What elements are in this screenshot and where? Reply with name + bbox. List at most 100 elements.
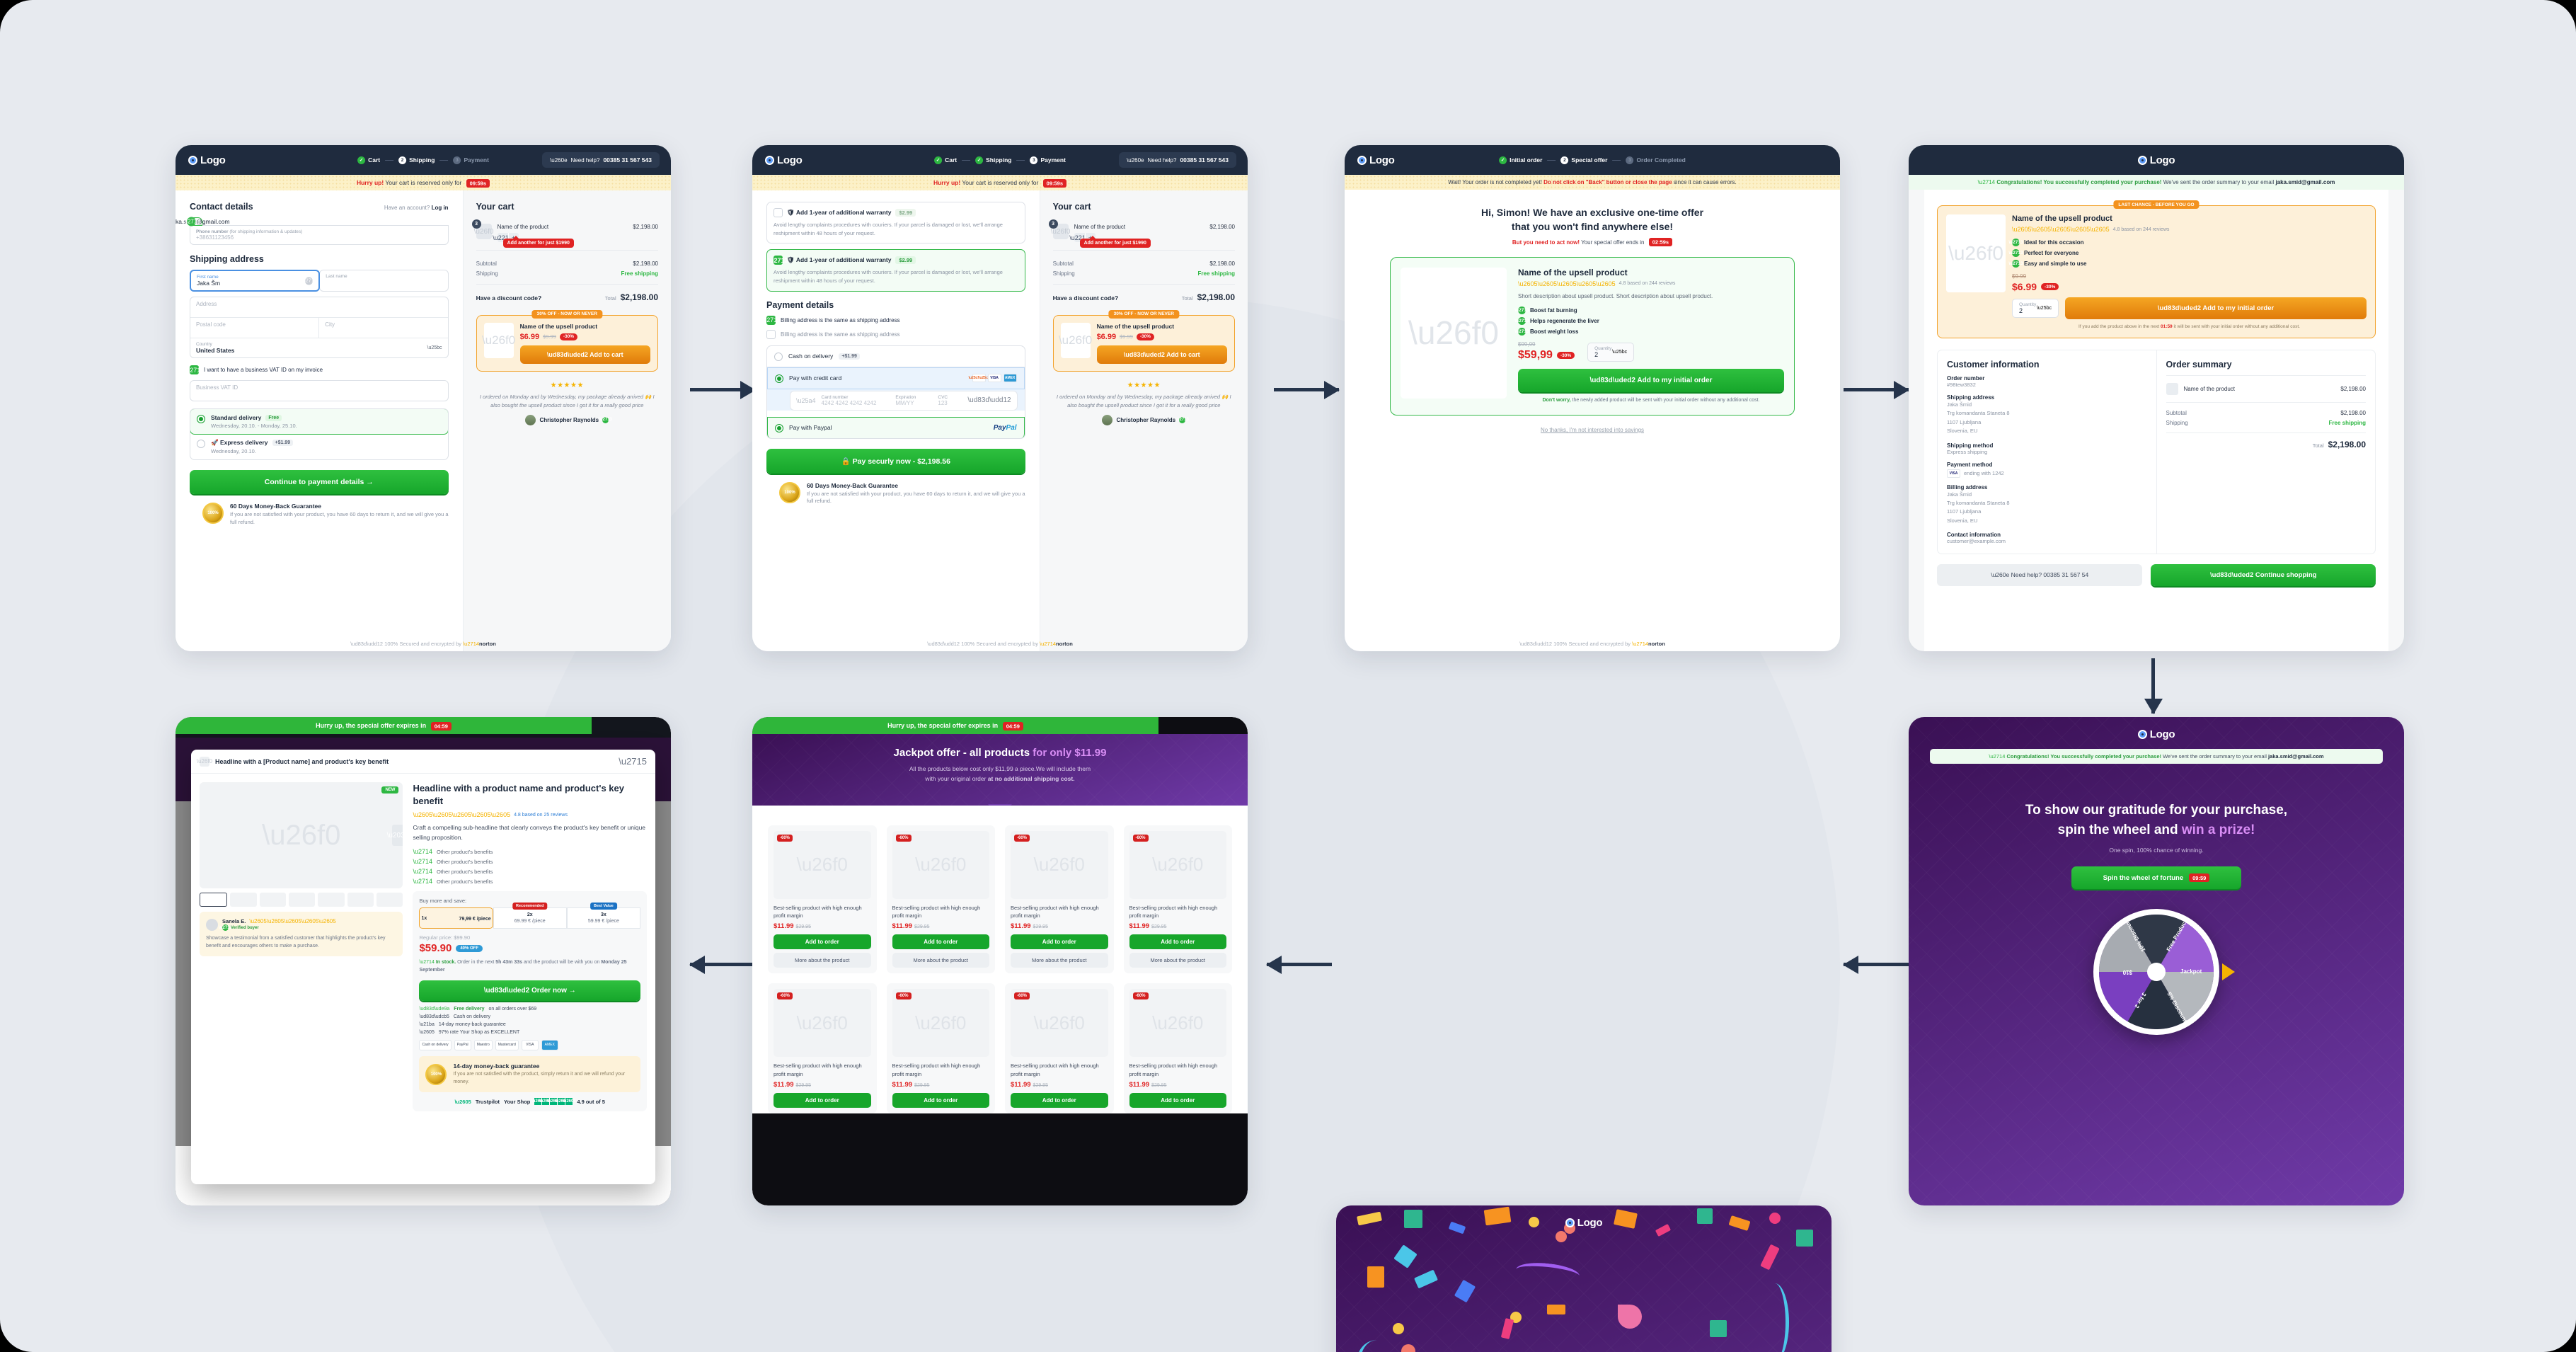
need-help-button[interactable]: \u260e Need help? 00385 31 567 543 bbox=[1119, 152, 1236, 168]
delivery-option-express[interactable]: 🚀 Express delivery +$1.99 Wednesday, 20.1… bbox=[190, 434, 448, 459]
radio-icon[interactable] bbox=[774, 352, 783, 361]
discount-code-link[interactable]: Have a discount code? bbox=[1053, 294, 1119, 302]
payment-credit-card[interactable]: Pay with credit card \u25cf\u25cf VISA A… bbox=[767, 367, 1025, 389]
radio-icon[interactable] bbox=[775, 423, 783, 432]
vat-input[interactable]: Business VAT ID bbox=[190, 380, 449, 401]
radio-icon[interactable] bbox=[197, 440, 205, 448]
gallery-thumb[interactable] bbox=[289, 893, 316, 907]
spin-wheel-button[interactable]: Spin the wheel of fortune 09:59 bbox=[2071, 866, 2241, 890]
upsell-add-to-cart-button[interactable]: \ud83d\uded2 Add to cart bbox=[519, 345, 650, 364]
add-to-order-button[interactable]: Add to order bbox=[892, 934, 989, 950]
product-card[interactable]: \u26f0 -60% Best-selling product with hig… bbox=[1005, 983, 1114, 1113]
card-cvc-input[interactable]: CVC 123 bbox=[938, 395, 962, 406]
close-icon[interactable]: \u2715 bbox=[619, 756, 647, 767]
payment-paypal[interactable]: Pay with Paypal PayPal bbox=[767, 416, 1025, 438]
quantity-select[interactable]: Quantity 2 \u25bc bbox=[2012, 299, 2059, 318]
step-initial-order[interactable]: ✓ Initial order bbox=[1499, 156, 1542, 164]
product-card[interactable]: \u26f0 -60% Best-selling product with hig… bbox=[768, 983, 877, 1113]
warranty-option-checked[interactable]: \u2713 🛡 Add 1-year of additional warran… bbox=[766, 249, 1025, 292]
product-card[interactable]: \u26f0 -60% Best-selling product with hig… bbox=[1005, 825, 1114, 974]
tier-1x[interactable]: 1x 79,99 € /piece bbox=[419, 907, 493, 929]
logo[interactable]: Logo bbox=[188, 154, 226, 166]
tier-2x[interactable]: Recommended 2x 69.99 € /piece bbox=[493, 903, 567, 929]
decline-offer-link[interactable]: No thanks, I'm not interested into savin… bbox=[1366, 427, 1819, 433]
product-card[interactable]: \u26f0 -60% Best-selling product with hig… bbox=[886, 825, 995, 974]
gallery-thumb[interactable] bbox=[259, 893, 287, 907]
email-field[interactable]: E-mail jaka.smid@gmail.com \u2713 bbox=[176, 217, 230, 227]
checkbox-icon[interactable] bbox=[766, 329, 776, 339]
country-select[interactable]: Country United States \u25bc bbox=[190, 338, 448, 357]
add-to-initial-order-button[interactable]: \ud83d\uded2 Add to my initial order bbox=[1518, 369, 1784, 393]
more-about-product-button[interactable]: More about the product bbox=[1129, 953, 1226, 968]
product-card[interactable]: \u26f0 -60% Best-selling product with hig… bbox=[886, 983, 995, 1113]
product-card[interactable]: \u26f0 -60% Best-selling product with hig… bbox=[1123, 825, 1232, 974]
logo[interactable]: Logo bbox=[1357, 154, 1395, 166]
card-input-group[interactable]: \u25a4 Card number 4242 4242 4242 4242 Ex… bbox=[790, 390, 1018, 411]
add-to-order-button[interactable]: Add to order bbox=[892, 1092, 989, 1108]
card-expiry-input[interactable]: Expiration MM/YY bbox=[895, 395, 932, 406]
radio-icon[interactable] bbox=[197, 415, 205, 423]
logo[interactable]: Logo bbox=[2137, 154, 2175, 166]
gallery-thumb[interactable] bbox=[200, 893, 228, 907]
need-help-button[interactable]: \u260e Need help? 00385 31 567 54 bbox=[1937, 564, 2143, 586]
add-to-order-button[interactable]: Add to order bbox=[1011, 1092, 1108, 1108]
logo[interactable]: Logo bbox=[1336, 1217, 1832, 1229]
payment-cash-on-delivery[interactable]: Cash on delivery +$1.99 bbox=[767, 346, 1025, 367]
add-to-initial-order-button[interactable]: \ud83d\uded2 Add to my initial order bbox=[2065, 297, 2367, 319]
step-payment[interactable]: 3 Payment bbox=[453, 156, 489, 164]
gallery-thumbnails[interactable] bbox=[200, 893, 403, 907]
checkbox-icon[interactable] bbox=[774, 208, 783, 217]
upsell-bubble[interactable]: Add another for just $1990 bbox=[502, 236, 574, 248]
add-to-order-button[interactable]: Add to order bbox=[774, 1092, 871, 1108]
first-name-input[interactable]: First name Jaka Šm \u2715 bbox=[190, 270, 321, 292]
chevron-right-icon[interactable]: \u203a bbox=[387, 825, 408, 846]
radio-icon[interactable] bbox=[775, 374, 783, 383]
delivery-option-standard[interactable]: Standard delivery Free Wednesday, 20.10. … bbox=[190, 409, 448, 435]
checkbox-icon[interactable]: \u2713 bbox=[185, 365, 204, 374]
quantity-select[interactable]: Quantity 2 \u25bc bbox=[1587, 343, 1635, 362]
step-shipping[interactable]: 2 Shipping bbox=[398, 156, 435, 164]
add-to-order-button[interactable]: Add to order bbox=[1129, 934, 1226, 950]
billing-same-checkbox-off[interactable]: Billing address is the same as shipping … bbox=[766, 329, 1025, 339]
login-link[interactable]: Log in bbox=[432, 205, 449, 211]
more-about-product-button[interactable]: More about the product bbox=[892, 953, 989, 968]
continue-shopping-button[interactable]: \ud83d\uded2 Continue shopping bbox=[2151, 564, 2376, 586]
add-to-order-button[interactable]: Add to order bbox=[1129, 1092, 1226, 1108]
step-special-offer[interactable]: 2 Special offer bbox=[1560, 156, 1607, 164]
last-name-input[interactable]: Last name bbox=[319, 270, 449, 292]
more-about-product-button[interactable]: More about the product bbox=[1011, 953, 1108, 968]
checkbox-icon[interactable]: \u2713 bbox=[768, 256, 788, 265]
product-card[interactable]: \u26f0 -60% Best-selling product with hig… bbox=[1123, 983, 1232, 1113]
need-help-button[interactable]: \u260e Need help? 00385 31 567 543 bbox=[542, 152, 660, 168]
add-to-order-button[interactable]: Add to order bbox=[774, 934, 871, 950]
phone-field[interactable]: Phone number (for shipping information &… bbox=[190, 225, 449, 245]
logo[interactable]: Logo bbox=[1930, 728, 2383, 740]
gallery-thumb[interactable] bbox=[230, 893, 257, 907]
warranty-option-unchecked[interactable]: 🛡 Add 1-year of additional warranty $2.9… bbox=[766, 202, 1025, 244]
gallery-thumb[interactable] bbox=[318, 893, 345, 907]
order-now-button[interactable]: \ud83d\uded2 Order now → bbox=[419, 980, 640, 1001]
discount-code-link[interactable]: Have a discount code? bbox=[476, 294, 542, 302]
step-cart[interactable]: ✓ Cart bbox=[934, 156, 957, 164]
step-cart[interactable]: ✓ Cart bbox=[357, 156, 380, 164]
tier-3x[interactable]: Best Value 3x 59.99 € /piece bbox=[566, 903, 640, 929]
postal-input[interactable]: Postal code bbox=[190, 318, 318, 338]
vat-checkbox-row[interactable]: \u2713 I want to have a business VAT ID … bbox=[185, 365, 449, 374]
billing-same-checkbox-on[interactable]: \u2713 Billing address is the same as shi… bbox=[761, 315, 1025, 325]
card-number-input[interactable]: Card number 4242 4242 4242 4242 bbox=[822, 395, 890, 406]
step-payment[interactable]: 3 Payment bbox=[1030, 156, 1066, 164]
more-about-product-button[interactable]: More about the product bbox=[774, 953, 871, 968]
continue-to-payment-button[interactable]: Continue to payment details → bbox=[190, 470, 449, 494]
checkbox-icon[interactable]: \u2713 bbox=[761, 315, 781, 325]
prize-wheel[interactable]: Free Product Jackpot 5% Discount 3 for 2… bbox=[2093, 909, 2219, 1036]
clear-icon[interactable]: \u2715 bbox=[301, 277, 317, 285]
product-card[interactable]: \u26f0 -60% Best-selling product with hig… bbox=[768, 825, 877, 974]
step-order-completed[interactable]: 3 Order Completed bbox=[1626, 156, 1686, 164]
add-to-order-button[interactable]: Add to order bbox=[1011, 934, 1108, 950]
address-input[interactable]: Address bbox=[190, 297, 448, 318]
logo[interactable]: Logo bbox=[765, 154, 803, 166]
pay-now-button[interactable]: 🔒 Pay securly now - $2,198.56 bbox=[766, 448, 1025, 474]
step-shipping[interactable]: ✓ Shipping bbox=[975, 156, 1011, 164]
upsell-bubble[interactable]: Add another for just $1990 bbox=[1079, 236, 1151, 248]
gallery-thumb[interactable] bbox=[376, 893, 403, 907]
